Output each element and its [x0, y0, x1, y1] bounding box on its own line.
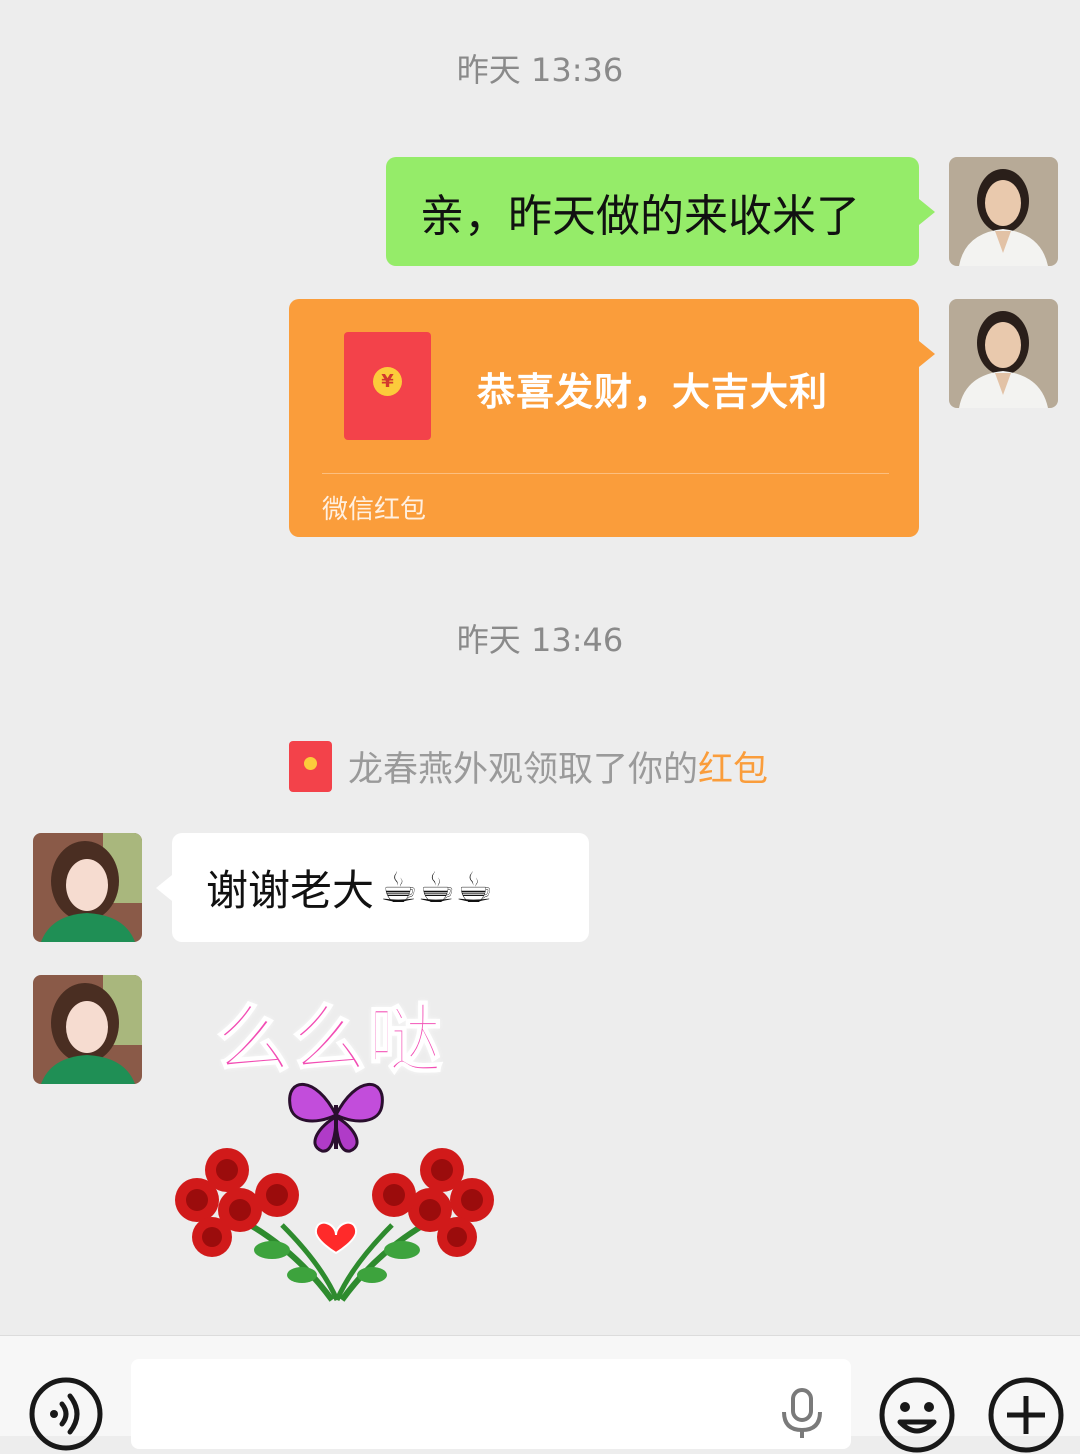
message-input[interactable]	[131, 1359, 851, 1449]
sticker-message[interactable]: 么么哒	[172, 980, 502, 1310]
self-avatar[interactable]	[949, 299, 1058, 408]
red-packet-label: 微信红包	[322, 495, 427, 525]
coffee-emoji-icon: ☕	[455, 863, 493, 912]
coffee-emoji-icon: ☕	[417, 863, 456, 912]
red-envelope-icon	[289, 740, 332, 792]
emoji-icon[interactable]	[878, 1376, 956, 1454]
received-message-bubble[interactable]: 谢谢老大 ☕ ☕ ☕	[156, 833, 589, 942]
sent-message-bubble[interactable]: 亲，昨天做的来收米了	[386, 157, 935, 266]
coin-icon: ¥	[373, 367, 402, 396]
red-packet-message[interactable]: ¥ 恭喜发财，大吉大利 微信红包	[289, 299, 935, 537]
contact-avatar[interactable]	[33, 833, 142, 942]
sticker-text: 么么哒	[215, 996, 444, 1084]
red-packet-title: 恭喜发财，大吉大利	[477, 370, 829, 414]
system-notice: 龙春燕外观领取了你的 红包	[289, 740, 768, 792]
message-text: 亲，昨天做的来收米了	[420, 190, 860, 242]
message-text: 谢谢老大	[206, 866, 375, 915]
notice-text: 龙春燕外观领取了你的	[348, 749, 699, 790]
timestamp: 昨天 13:46	[456, 621, 624, 659]
butterfly-roses-icon	[175, 1082, 494, 1302]
red-packet-link[interactable]: 红包	[698, 741, 768, 792]
input-bar	[0, 1335, 1080, 1453]
microphone-icon[interactable]	[780, 1388, 824, 1438]
emoji-group: ☕ ☕ ☕	[380, 863, 493, 912]
timestamp: 昨天 13:36	[456, 51, 624, 89]
plus-icon[interactable]	[987, 1376, 1065, 1454]
divider	[322, 473, 889, 474]
self-avatar[interactable]	[949, 157, 1058, 266]
coffee-emoji-icon: ☕	[380, 863, 418, 912]
voice-icon[interactable]	[28, 1376, 104, 1452]
contact-avatar[interactable]	[33, 975, 142, 1084]
red-envelope-icon: ¥	[344, 332, 431, 440]
